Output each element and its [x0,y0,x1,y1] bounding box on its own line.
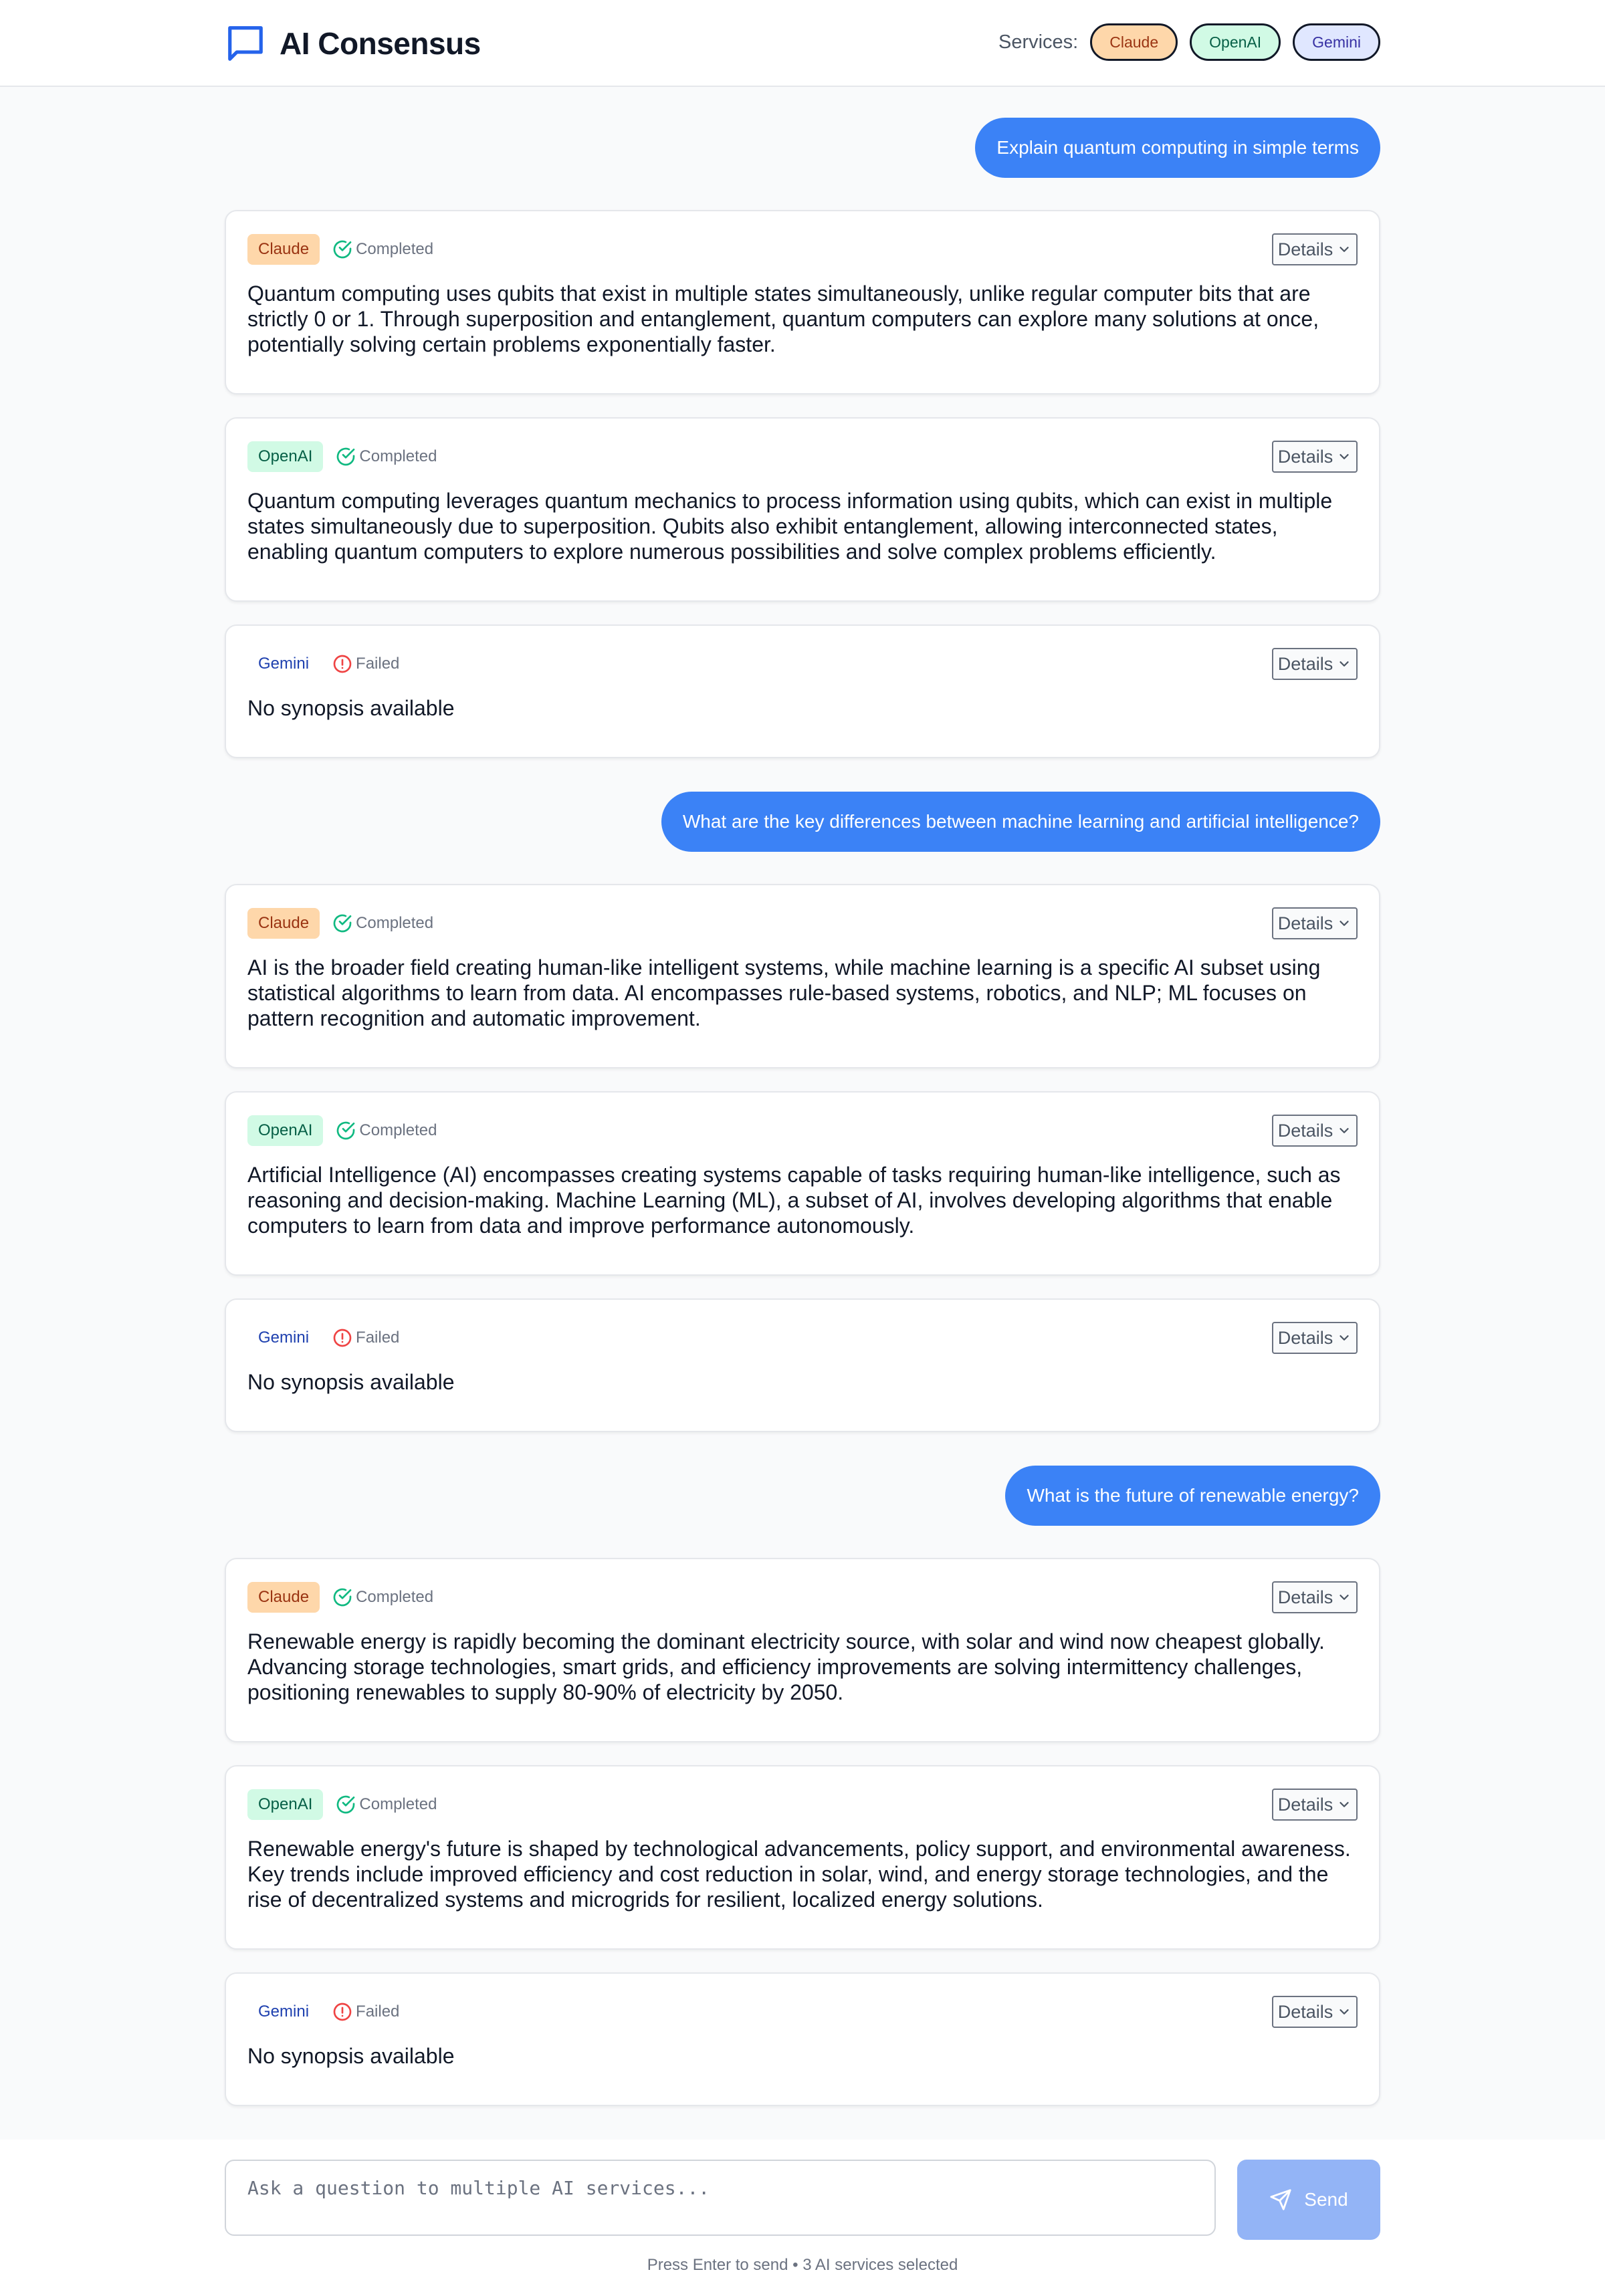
service-badge-claude: Claude [247,234,320,265]
details-label: Details [1277,239,1333,259]
status-failed: Failed [332,1327,399,1349]
chevron-down-icon [1340,1335,1349,1341]
status-completed: Completed [335,1120,437,1141]
response-text: No synopsis available [247,1370,455,1394]
response-card-openai: OpenAI Completed Details Renewable energ… [225,1765,1380,1950]
response-text: Quantum computing uses qubits that exist… [247,281,1319,356]
check-circle-icon [337,1795,355,1814]
service-badge-openai: OpenAI [247,441,324,472]
check-circle-icon [333,914,352,933]
details-label: Details [1277,1120,1333,1141]
send-icon [1270,2189,1291,2210]
chevron-down-icon [1340,247,1349,252]
details-button[interactable]: Details [1272,1115,1358,1147]
user-message: What are the key differences between mac… [661,792,1380,852]
status-text: Completed [359,447,437,465]
response-text: Artificial Intelligence (AI) encompasses… [247,1163,1341,1238]
response-text: Quantum computing leverages quantum mech… [247,489,1333,564]
service-badge-gemini: Gemini [247,1996,320,2027]
response-card-claude: Claude Completed Details Quantum computi… [225,210,1380,394]
alert-circle-icon [333,1329,352,1347]
details-button[interactable]: Details [1272,441,1358,473]
brand: AI Consensus [225,21,481,66]
status-text: Completed [359,1121,437,1139]
response-card-gemini: Gemini Failed Details No synopsis availa… [225,1298,1380,1432]
response-text: No synopsis available [247,696,455,720]
status-completed: Completed [335,446,437,467]
response-text: No synopsis available [247,2044,455,2068]
status-text: Failed [356,2002,400,2021]
response-card-openai: OpenAI Completed Details Quantum computi… [225,417,1380,602]
details-label: Details [1277,653,1333,674]
services-selector: Services: Claude OpenAI Gemini [998,23,1380,62]
response-text: Renewable energy is rapidly becoming the… [247,1629,1325,1704]
composer-hint: Press Enter to send • 3 AI services sele… [647,2256,958,2274]
service-badge-claude: Claude [247,1582,320,1613]
status-text: Completed [356,1588,434,1606]
alert-circle-icon [333,655,352,673]
service-toggle-openai[interactable]: OpenAI [1190,23,1281,61]
details-label: Details [1277,1587,1333,1607]
status-failed: Failed [332,653,399,675]
question-input[interactable] [225,2160,1216,2236]
details-button[interactable]: Details [1272,907,1358,939]
details-button[interactable]: Details [1272,1789,1358,1821]
details-label: Details [1277,446,1333,467]
status-text: Completed [356,240,434,258]
chevron-down-icon [1340,1802,1349,1807]
check-circle-icon [337,1121,355,1140]
chevron-down-icon [1340,661,1349,667]
service-badge-claude: Claude [247,908,320,939]
services-label: Services: [998,31,1079,53]
service-badge-openai: OpenAI [247,1789,324,1820]
service-badge-gemini: Gemini [247,649,320,679]
details-button[interactable]: Details [1272,1581,1358,1613]
check-circle-icon [333,1588,352,1607]
status-text: Failed [356,655,400,673]
status-completed: Completed [335,1794,437,1815]
status-completed: Completed [332,1587,433,1608]
details-label: Details [1277,1794,1333,1815]
status-failed: Failed [332,2001,399,2023]
status-completed: Completed [332,239,433,260]
response-card-gemini: Gemini Failed Details No synopsis availa… [225,624,1380,758]
response-card-claude: Claude Completed Details AI is the broad… [225,884,1380,1068]
response-text: Renewable energy's future is shaped by t… [247,1837,1351,1912]
composer: Send Press Enter to send • 3 AI services… [0,2140,1605,2296]
app-header: AI Consensus Services: Claude OpenAI Gem… [0,0,1605,87]
details-label: Details [1277,1327,1333,1348]
chevron-down-icon [1340,1595,1349,1600]
check-circle-icon [333,240,352,259]
chevron-down-icon [1340,921,1349,926]
send-label: Send [1304,2189,1348,2210]
service-toggle-claude[interactable]: Claude [1090,23,1178,61]
service-badge-openai: OpenAI [247,1115,324,1146]
status-text: Failed [356,1329,400,1347]
user-message: What is the future of renewable energy? [1005,1466,1380,1526]
status-text: Completed [356,914,434,932]
details-label: Details [1277,2001,1333,2022]
status-text: Completed [359,1795,437,1813]
details-label: Details [1277,913,1333,933]
status-completed: Completed [332,913,433,934]
response-card-claude: Claude Completed Details Renewable energ… [225,1558,1380,1742]
service-toggle-gemini[interactable]: Gemini [1293,23,1380,61]
user-message: Explain quantum computing in simple term… [975,118,1380,178]
response-card-openai: OpenAI Completed Details Artificial Inte… [225,1091,1380,1276]
details-button[interactable]: Details [1272,233,1358,265]
details-button[interactable]: Details [1272,648,1358,680]
alert-circle-icon [333,2002,352,2021]
service-badge-gemini: Gemini [247,1323,320,1353]
chat-bubble-icon [228,26,263,61]
check-circle-icon [337,447,355,466]
chevron-down-icon [1340,454,1349,459]
response-text: AI is the broader field creating human-l… [247,955,1321,1030]
details-button[interactable]: Details [1272,1996,1358,2028]
response-card-gemini: Gemini Failed Details No synopsis availa… [225,1972,1380,2106]
details-button[interactable]: Details [1272,1322,1358,1354]
app-title: AI Consensus [280,26,481,61]
chevron-down-icon [1340,1128,1349,1133]
send-button[interactable]: Send [1237,2160,1380,2240]
chevron-down-icon [1340,2009,1349,2015]
